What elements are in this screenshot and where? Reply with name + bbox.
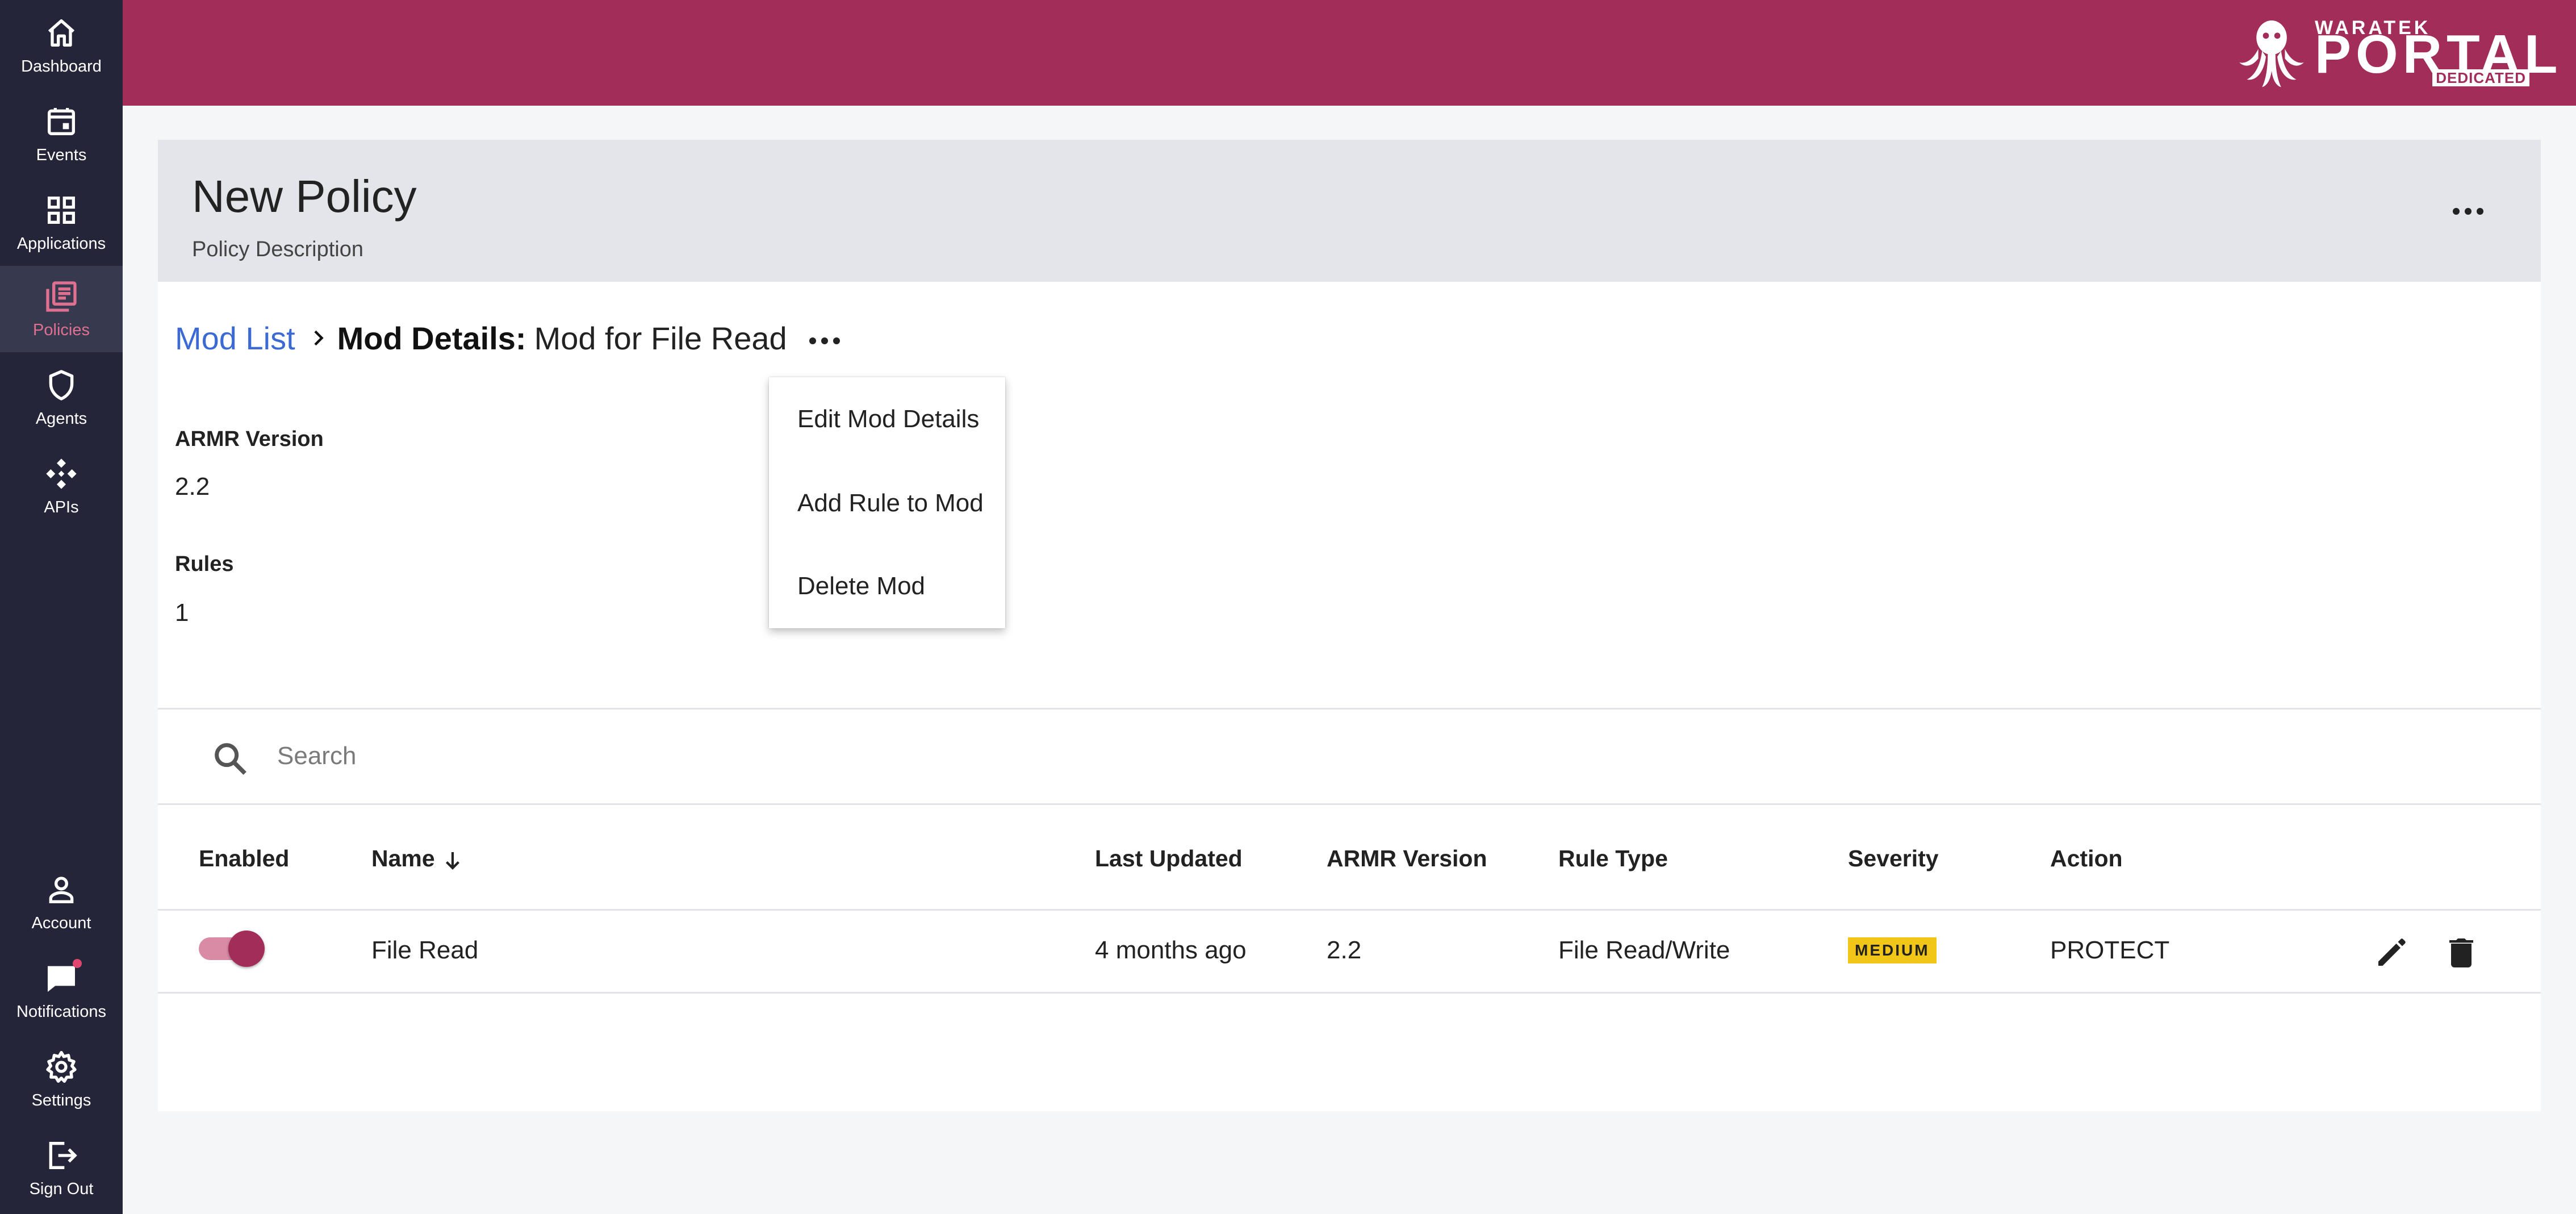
policy-more-button[interactable] <box>2445 194 2491 228</box>
api-icon <box>43 456 80 492</box>
page-title: New Policy <box>192 171 417 222</box>
gear-icon <box>43 1049 80 1085</box>
edit-pencil-icon[interactable] <box>2372 932 2412 973</box>
rules-label: Rules <box>175 552 234 576</box>
severity-badge: MEDIUM <box>1848 937 1937 963</box>
column-header-name-label: Name <box>371 845 435 871</box>
sidebar-item-settings[interactable]: Settings <box>0 1036 123 1123</box>
top-bar: WARATEK PORTAL DEDICATED <box>123 0 2576 106</box>
policy-description: Policy Description <box>192 237 363 261</box>
rules-count-value: 1 <box>175 599 189 627</box>
sidebar-item-applications[interactable]: Applications <box>0 180 123 266</box>
person-icon <box>43 871 80 908</box>
chevron-right-icon <box>314 330 324 346</box>
sidebar-item-dashboard[interactable]: Dashboard <box>0 2 123 89</box>
more-horizontal-icon <box>809 337 840 344</box>
column-header-name[interactable]: Name <box>371 845 465 872</box>
rule-type-cell: File Read/Write <box>1558 936 1730 964</box>
divider <box>158 708 2541 710</box>
policies-icon <box>43 278 80 315</box>
menu-item-delete-mod[interactable]: Delete Mod <box>769 544 1005 628</box>
sidebar-item-label: Dashboard <box>21 57 102 76</box>
policy-header: New Policy Policy Description <box>158 140 2541 282</box>
armr-version-label: ARMR Version <box>175 427 324 451</box>
logo-tag: DEDICATED <box>2432 69 2529 86</box>
breadcrumb-current-name: Mod for File Read <box>534 320 787 356</box>
menu-item-add-rule-to-mod[interactable]: Add Rule to Mod <box>769 461 1005 545</box>
mod-more-button[interactable] <box>802 324 847 358</box>
breadcrumb: Mod List Mod Details: Mod for File Read <box>175 318 787 358</box>
search-input[interactable] <box>277 736 1413 776</box>
sidebar: Dashboard Events Applications Policies A… <box>0 0 123 1214</box>
octopus-logo-icon <box>2239 20 2304 87</box>
divider <box>158 803 2541 805</box>
grid-icon <box>43 192 80 228</box>
sidebar-item-label: Sign Out <box>29 1180 94 1198</box>
armr-version-value: 2.2 <box>175 473 210 500</box>
sidebar-item-label: Account <box>31 914 91 932</box>
sidebar-item-account[interactable]: Account <box>0 859 123 945</box>
notification-dot <box>73 959 82 968</box>
divider <box>158 992 2541 994</box>
sidebar-item-label: Events <box>36 146 87 164</box>
menu-item-edit-mod-details[interactable]: Edit Mod Details <box>769 377 1005 461</box>
search-icon <box>215 743 246 775</box>
breadcrumb-current-label: Mod Details: <box>337 320 526 356</box>
sidebar-item-agents[interactable]: Agents <box>0 354 123 441</box>
sidebar-item-label: Settings <box>31 1091 91 1109</box>
sidebar-item-label: APIs <box>44 498 79 516</box>
sidebar-item-label: Applications <box>16 235 106 253</box>
toggle-knob <box>228 931 265 967</box>
last-updated-cell: 4 months ago <box>1095 936 1247 964</box>
arrow-down-icon <box>445 852 459 870</box>
action-cell: PROTECT <box>2050 936 2170 964</box>
sidebar-item-label: Agents <box>35 410 87 428</box>
calendar-icon <box>43 103 80 140</box>
sidebar-item-label: Policies <box>33 321 90 339</box>
column-header-enabled[interactable]: Enabled <box>199 845 289 872</box>
column-header-armr-version[interactable]: ARMR Version <box>1327 845 1487 872</box>
column-header-last-updated[interactable]: Last Updated <box>1095 845 1243 872</box>
more-horizontal-icon <box>2453 208 2483 215</box>
portal-logo[interactable]: WARATEK PORTAL DEDICATED <box>2232 15 2558 91</box>
column-header-severity[interactable]: Severity <box>1848 845 1939 872</box>
column-header-rule-type[interactable]: Rule Type <box>1558 845 1668 872</box>
shield-icon <box>43 367 80 403</box>
mod-actions-menu: Edit Mod Details Add Rule to Mod Delete … <box>769 377 1005 628</box>
column-header-action[interactable]: Action <box>2050 845 2123 872</box>
sidebar-item-notifications[interactable]: Notifications <box>0 948 123 1034</box>
sidebar-item-policies[interactable]: Policies <box>0 266 123 352</box>
sign-out-icon <box>43 1137 80 1174</box>
sidebar-item-events[interactable]: Events <box>0 91 123 177</box>
armr-version-cell: 2.2 <box>1327 936 1362 964</box>
delete-trash-icon[interactable] <box>2441 932 2482 973</box>
sidebar-item-sign-out[interactable]: Sign Out <box>0 1125 123 1211</box>
logo-text: WARATEK PORTAL DEDICATED <box>2315 15 2558 91</box>
sidebar-item-apis[interactable]: APIs <box>0 443 123 529</box>
home-icon <box>43 15 80 51</box>
sidebar-item-label: Notifications <box>16 1003 106 1021</box>
rule-name-cell: File Read <box>371 936 479 964</box>
divider <box>158 909 2541 911</box>
breadcrumb-mod-list-link[interactable]: Mod List <box>175 320 295 357</box>
mod-details-panel: Mod List Mod Details: Mod for File Read … <box>158 282 2541 1111</box>
rule-enabled-toggle[interactable] <box>199 929 265 967</box>
